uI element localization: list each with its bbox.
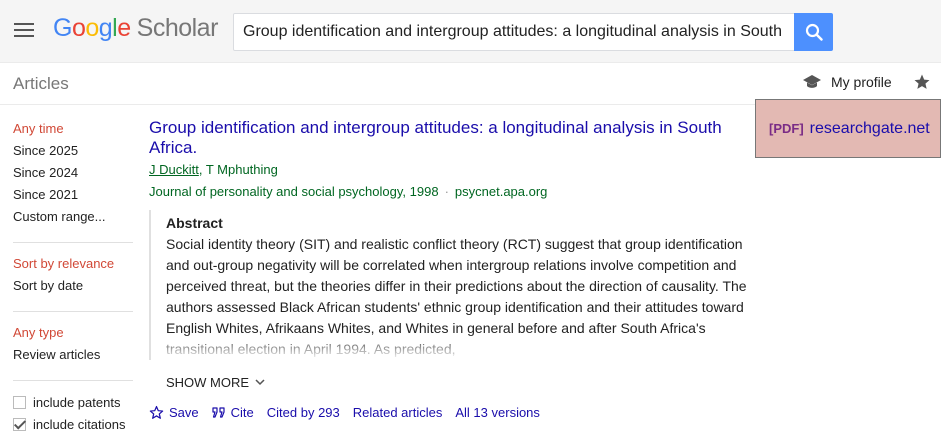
time-filter-group: Any time Since 2025 Since 2024 Since 202… xyxy=(13,118,133,238)
search-icon xyxy=(805,23,823,41)
sidebar-divider xyxy=(13,311,133,312)
logo-letter: G xyxy=(53,14,72,42)
my-library-star-icon[interactable] xyxy=(913,73,931,96)
sort-by-date[interactable]: Sort by date xyxy=(13,275,133,297)
abstract-panel: Abstract Social identity theory (SIT) an… xyxy=(149,210,759,360)
sidebar-divider xyxy=(13,242,133,243)
result-title-link[interactable]: Group identification and intergroup atti… xyxy=(149,118,749,158)
related-articles-link[interactable]: Related articles xyxy=(353,405,443,420)
author-name: T Mphuthing xyxy=(205,162,278,177)
sidebar-divider xyxy=(13,380,133,381)
star-outline-icon xyxy=(149,405,164,419)
articles-label: Articles xyxy=(13,74,69,93)
filter-since-2024[interactable]: Since 2024 xyxy=(13,162,133,184)
filter-since-2021[interactable]: Since 2021 xyxy=(13,184,133,206)
type-any[interactable]: Any type xyxy=(13,322,133,344)
logo-letter: e xyxy=(117,14,131,42)
search-box xyxy=(233,13,794,51)
all-versions-link[interactable]: All 13 versions xyxy=(455,405,540,420)
filter-any-time[interactable]: Any time xyxy=(13,118,133,140)
show-more-button[interactable]: SHOW MORE xyxy=(166,375,265,390)
result-actions: Save Cite Cited by 293 Related articles … xyxy=(149,405,540,420)
my-profile-label: My profile xyxy=(831,74,892,90)
include-citations-label: include citations xyxy=(33,416,126,432)
sort-group: Sort by relevance Sort by date xyxy=(13,253,133,307)
include-patents-option[interactable]: include patents xyxy=(13,391,133,413)
my-profile-link[interactable]: My profile xyxy=(803,74,892,90)
separator-dot: · xyxy=(444,184,449,199)
filter-custom-range[interactable]: Custom range... xyxy=(13,206,133,228)
header-bar: Google Scholar xyxy=(0,0,941,63)
pdf-site: researchgate.net xyxy=(809,119,930,137)
cited-by-link[interactable]: Cited by 293 xyxy=(267,405,340,420)
google-scholar-logo[interactable]: Google Scholar xyxy=(53,14,218,43)
logo-scholar-text: Scholar xyxy=(136,14,219,42)
search-result: Group identification and intergroup atti… xyxy=(149,118,749,201)
filter-sidebar: Any time Since 2025 Since 2024 Since 202… xyxy=(13,118,133,435)
sort-by-relevance[interactable]: Sort by relevance xyxy=(13,253,133,275)
include-patents-label: include patents xyxy=(33,394,121,410)
save-button[interactable]: Save xyxy=(149,405,199,420)
author-separator: , xyxy=(198,162,206,177)
author-link[interactable]: J Duckitt xyxy=(149,162,199,177)
source-domain: psycnet.apa.org xyxy=(454,184,548,199)
include-citations-option[interactable]: include citations xyxy=(13,413,133,435)
chevron-down-icon xyxy=(255,379,265,386)
search-input[interactable] xyxy=(234,14,794,50)
include-patents-checkbox[interactable] xyxy=(13,395,26,409)
quote-icon xyxy=(212,406,225,418)
result-authors: J Duckitt, T Mphuthing xyxy=(149,161,749,179)
journal-name: Journal of personality and social psycho… xyxy=(149,184,439,199)
cite-label: Cite xyxy=(230,405,254,420)
abstract-fade xyxy=(151,334,759,360)
result-publication-info: Journal of personality and social psycho… xyxy=(149,183,749,201)
filter-since-2025[interactable]: Since 2025 xyxy=(13,140,133,162)
logo-letter: o xyxy=(85,14,99,42)
graduation-cap-icon xyxy=(803,75,821,88)
cite-button[interactable]: Cite xyxy=(212,405,254,420)
search-button[interactable] xyxy=(794,13,833,51)
logo-letter: g xyxy=(98,14,113,42)
save-label: Save xyxy=(169,405,199,420)
logo-letter: o xyxy=(71,14,86,42)
menu-icon[interactable] xyxy=(14,22,34,38)
abstract-heading: Abstract xyxy=(166,215,223,231)
type-review-articles[interactable]: Review articles xyxy=(13,344,133,366)
pdf-link[interactable]: [PDF] researchgate.net xyxy=(755,99,941,158)
show-more-label: SHOW MORE xyxy=(166,375,250,390)
include-citations-checkbox[interactable] xyxy=(13,417,26,431)
type-group: Any type Review articles xyxy=(13,322,133,376)
pdf-tag: [PDF] xyxy=(769,121,804,136)
